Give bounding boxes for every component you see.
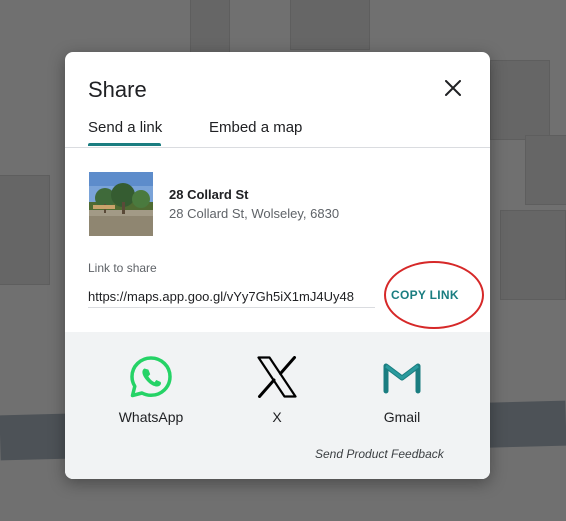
gmail-icon <box>383 363 421 394</box>
map-block <box>490 60 550 140</box>
place-thumbnail <box>89 172 153 236</box>
map-block <box>525 135 566 205</box>
map-block <box>500 210 566 300</box>
map-block <box>290 0 370 50</box>
close-button[interactable] <box>439 74 467 102</box>
active-tab-indicator <box>88 143 161 146</box>
send-feedback-link[interactable]: Send Product Feedback <box>315 447 444 461</box>
x-icon <box>257 356 297 398</box>
share-targets: WhatsApp X Gmail Send Product Feedback <box>65 332 490 479</box>
close-icon <box>445 80 461 96</box>
tab-send-a-link[interactable]: Send a link <box>88 119 162 136</box>
link-label: Link to share <box>88 261 157 275</box>
share-gmail-button[interactable]: Gmail <box>362 354 442 425</box>
share-x-button[interactable]: X <box>237 354 317 425</box>
share-whatsapp-button[interactable]: WhatsApp <box>111 354 191 425</box>
map-block <box>190 0 230 55</box>
whatsapp-icon <box>130 356 172 398</box>
share-label: WhatsApp <box>118 409 184 425</box>
highlight-annotation <box>384 261 484 329</box>
share-link-field[interactable] <box>88 286 375 308</box>
map-block <box>0 175 50 285</box>
share-dialog: Share Send a link Embed a map 28 Collard… <box>65 52 490 479</box>
tab-embed-a-map[interactable]: Embed a map <box>209 119 302 136</box>
share-label: X <box>272 409 282 425</box>
dialog-title: Share <box>88 77 147 102</box>
place-name: 28 Collard St <box>169 187 249 202</box>
place-address: 28 Collard St, Wolseley, 6830 <box>169 206 340 221</box>
tab-bar: Send a link Embed a map <box>65 112 490 148</box>
share-label: Gmail <box>383 409 421 425</box>
